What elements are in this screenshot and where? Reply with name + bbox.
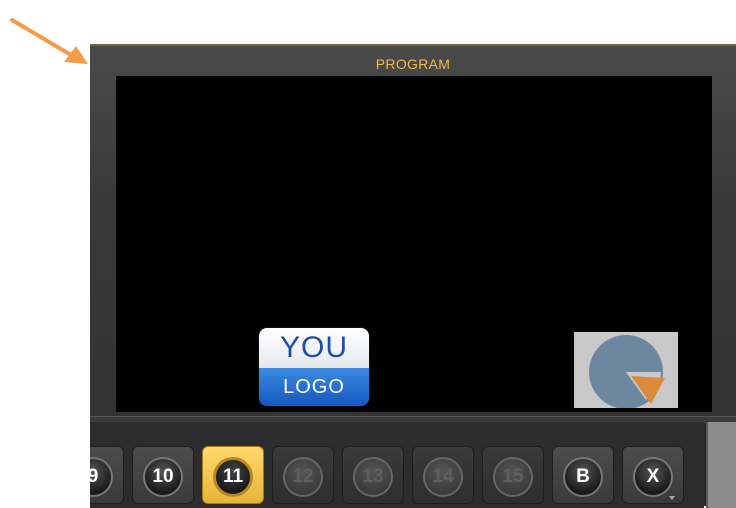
logo-top-text: YOU — [279, 331, 348, 364]
dropdown-arrow-icon[interactable] — [669, 496, 675, 500]
input-button-12[interactable]: 12 — [272, 446, 334, 504]
input-9-label: 9 — [90, 457, 113, 497]
input-button-13[interactable]: 13 — [342, 446, 404, 504]
input-b-label: B — [563, 457, 603, 497]
side-scroll-panel[interactable] — [706, 422, 736, 508]
program-panel: PROGRAM YOU LOGO — [90, 46, 736, 416]
program-output-screen: YOU LOGO — [116, 76, 712, 412]
input-button-15[interactable]: 15 — [482, 446, 544, 504]
input-button-b[interactable]: B — [552, 446, 614, 504]
input-button-9[interactable]: 9 — [90, 446, 124, 504]
input-13-label: 13 — [353, 457, 393, 497]
annotation-arrow-icon — [10, 18, 88, 64]
switcher-frame: PROGRAM YOU LOGO 9 10 11 12 13 14 15 B X — [90, 44, 736, 508]
input-10-label: 10 — [143, 457, 183, 497]
input-button-10[interactable]: 10 — [132, 446, 194, 504]
program-title: PROGRAM — [375, 56, 451, 72]
pie-chart-logo-icon — [574, 332, 678, 409]
logo-bottom-text: LOGO — [283, 376, 345, 398]
input-button-14[interactable]: 14 — [412, 446, 474, 504]
input-button-row: 9 10 11 12 13 14 15 B X — [90, 422, 704, 508]
input-14-label: 14 — [423, 457, 463, 497]
input-11-label: 11 — [213, 457, 253, 497]
input-button-x[interactable]: X — [622, 446, 684, 504]
you-logo-overlay: YOU LOGO — [259, 328, 369, 406]
input-button-11[interactable]: 11 — [202, 446, 264, 504]
input-x-label: X — [633, 457, 673, 497]
input-15-label: 15 — [493, 457, 533, 497]
input-12-label: 12 — [283, 457, 323, 497]
